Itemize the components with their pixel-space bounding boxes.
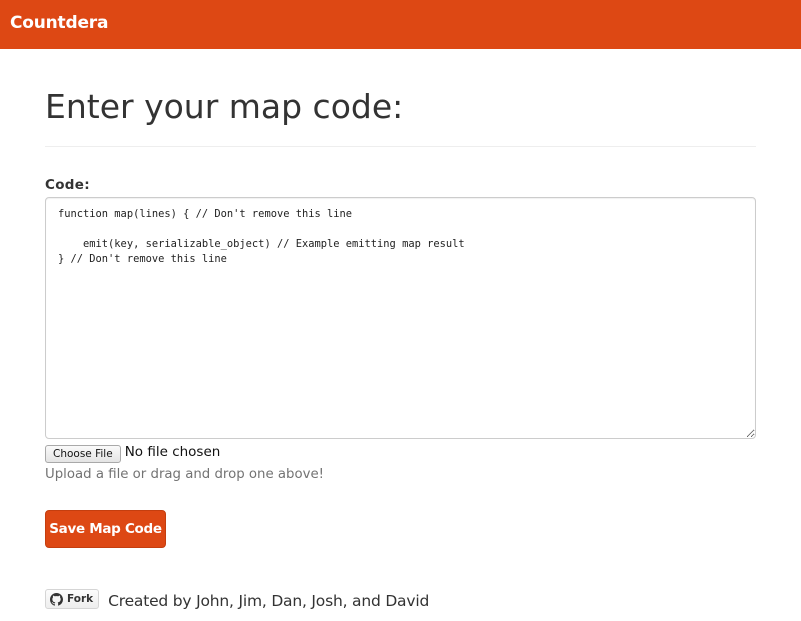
file-input: Choose File No file chosen	[45, 442, 221, 463]
fork-label: Fork	[67, 593, 94, 605]
divider	[45, 146, 756, 147]
page-title: Enter your map code:	[45, 87, 404, 126]
file-status: No file chosen	[124, 444, 221, 460]
save-map-code-button[interactable]: Save Map Code	[45, 510, 166, 548]
github-fork-button[interactable]: Fork	[45, 589, 100, 609]
github-icon	[50, 592, 63, 606]
navbar: Countdera	[0, 0, 801, 49]
choose-file-button[interactable]: Choose File	[45, 444, 121, 463]
credits-text: Created by John, Jim, Dan, Josh, and Dav…	[108, 592, 430, 610]
footer: Fork Created by John, Jim, Dan, Josh, an…	[45, 588, 429, 610]
code-label: Code:	[45, 177, 90, 193]
upload-help-text: Upload a file or drag and drop one above…	[45, 467, 324, 482]
brand-link[interactable]: Countdera	[10, 0, 108, 47]
code-editor[interactable]: function map(lines) { // Don't remove th…	[45, 197, 756, 439]
